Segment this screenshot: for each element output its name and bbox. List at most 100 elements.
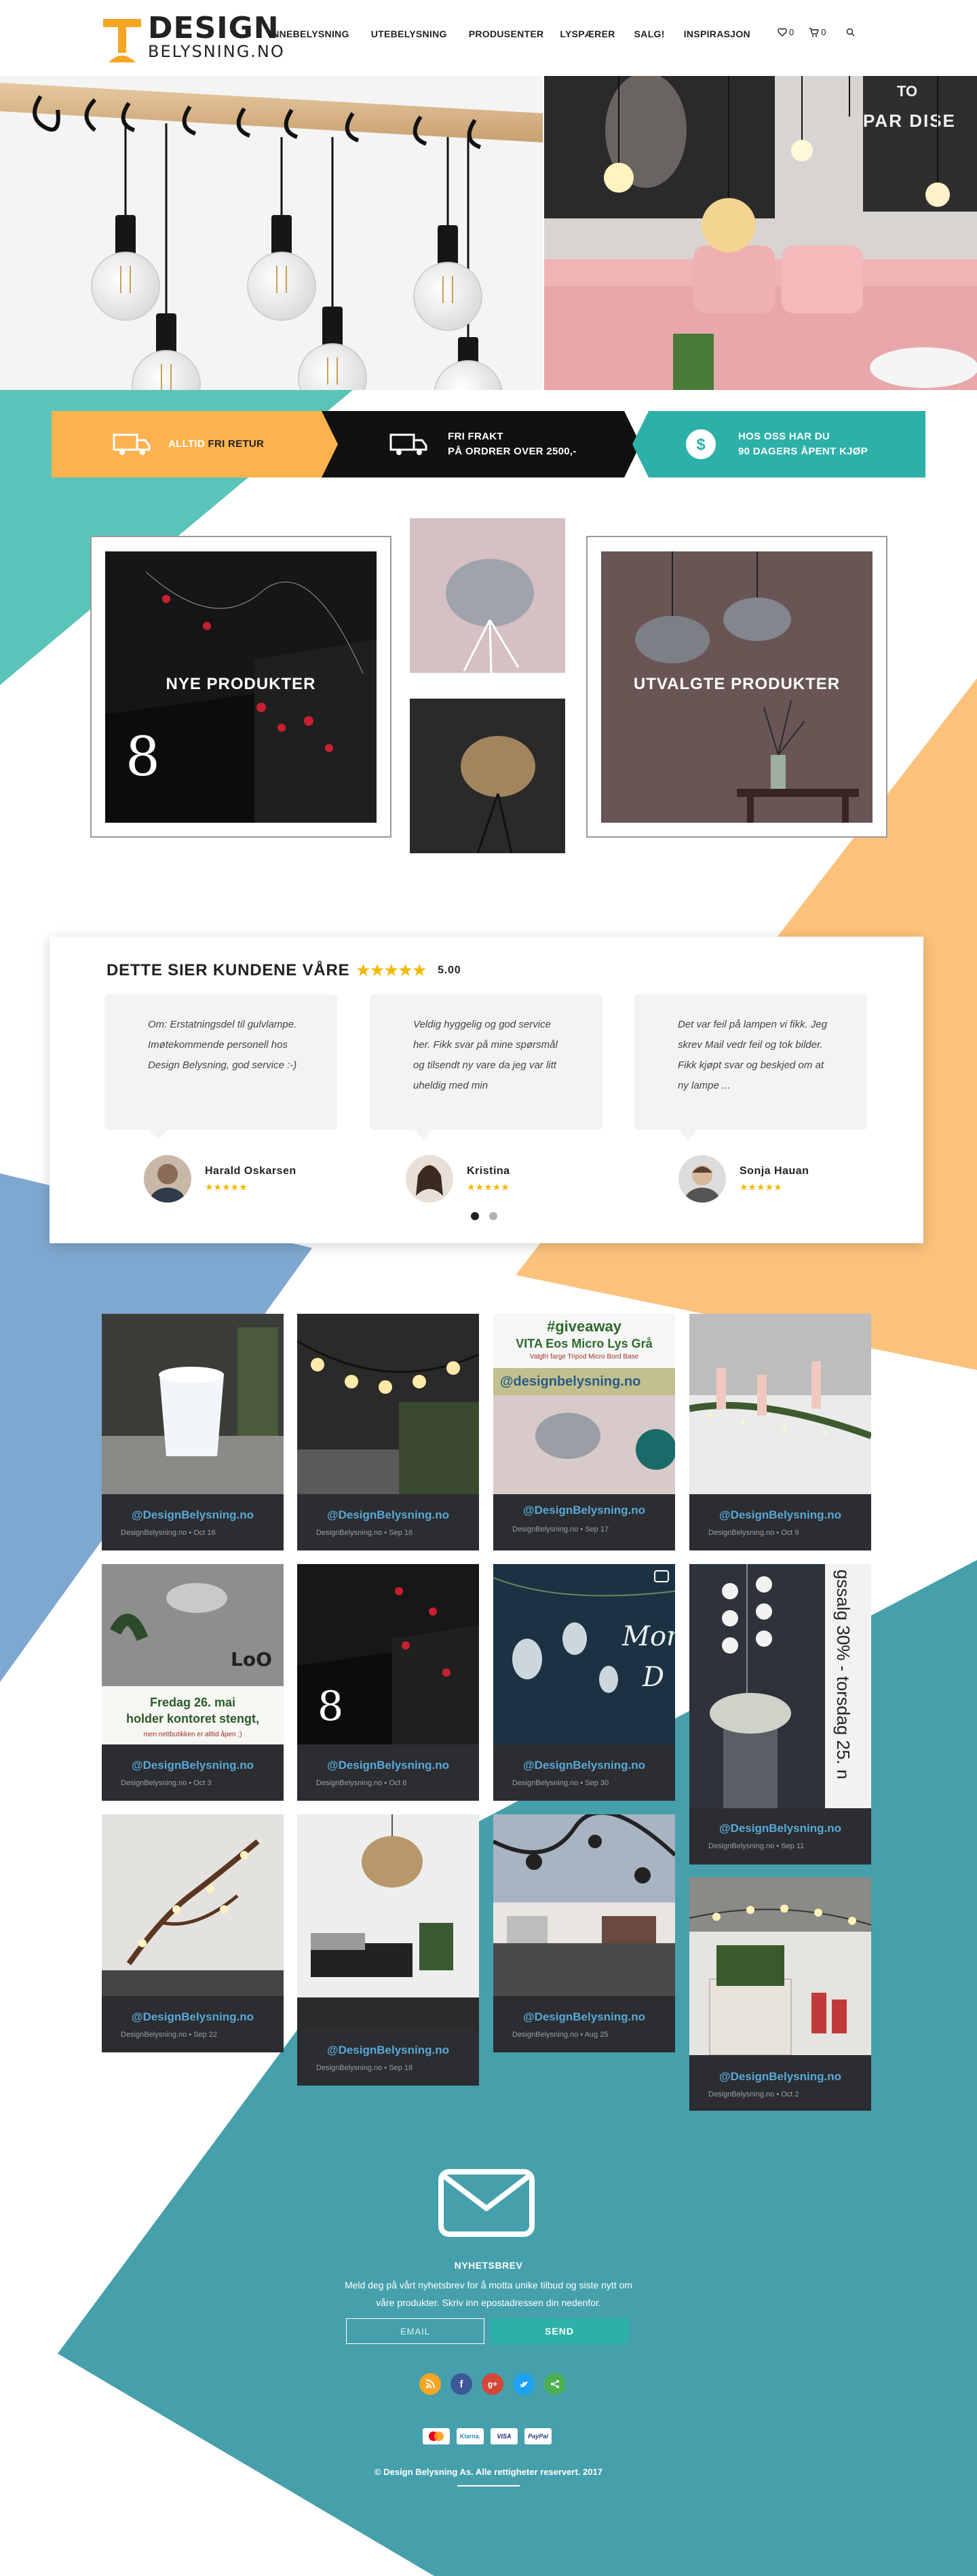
instagram-meta: DesignBelysning.no • Oct 2	[708, 2090, 799, 2099]
instagram-post-image: gssalg 30% - torsdag 25. n	[689, 1564, 871, 1808]
reviews-title: DETTE SIER KUNDENE VÅRE	[107, 961, 350, 979]
instagram-handle[interactable]: @DesignBelysning.no	[689, 1822, 871, 1835]
nav-inspirasjon[interactable]: INSPIRASJON	[684, 28, 750, 39]
search-icon	[847, 28, 855, 37]
payment-methods: Klarna. VISA PayPal	[423, 2428, 552, 2444]
reviews-score: 5.00	[438, 964, 461, 976]
logo-subtitle: BELYSNING.NO	[148, 42, 285, 61]
instagram-handle[interactable]: @DesignBelysning.no	[297, 1508, 479, 1522]
instagram-meta: DesignBelysning.no • Sep 16	[316, 1529, 413, 1537]
instagram-handle[interactable]: @DesignBelysning.no	[297, 1759, 479, 1772]
instagram-meta: DesignBelysning.no • Aug 25	[512, 2031, 609, 2039]
review-bubble-2: Veldig hyggelig og god service her. Fikk…	[370, 994, 602, 1139]
instagram-meta: DesignBelysning.no • Sep 30	[512, 1779, 609, 1787]
nav-produsenter[interactable]: PRODUSENTER	[469, 28, 544, 39]
carousel-dot-1[interactable]	[471, 1212, 479, 1220]
hero-image-interior[interactable]: TO PAR DISE	[544, 76, 977, 390]
instagram-post[interactable]: 8 @DesignBelysning.no DesignBelysning.no…	[297, 1564, 479, 1801]
envelope-icon	[438, 2169, 535, 2237]
instagram-post[interactable]: Morn D @DesignBelysning.no DesignBelysnin…	[493, 1564, 675, 1801]
wishlist-button[interactable]: 0	[778, 27, 794, 37]
instagram-meta: DesignBelysning.no • Sep 17	[512, 1525, 609, 1534]
post-overlay-line1: Morn	[621, 1621, 675, 1652]
newsletter-email-input[interactable]	[346, 2318, 484, 2344]
instagram-handle[interactable]: @DesignBelysning.no	[102, 2010, 284, 2024]
instagram-post[interactable]: gssalg 30% - torsdag 25. n @DesignBelysn…	[689, 1564, 871, 1865]
feather-lamp-grey-image	[410, 518, 565, 673]
share-icon[interactable]	[544, 2373, 566, 2395]
instagram-handle[interactable]: @DesignBelysning.no	[493, 2010, 675, 2024]
instagram-post[interactable]: @DesignBelysning.no DesignBelysning.no •…	[297, 1314, 479, 1550]
avatar	[406, 1155, 453, 1203]
instagram-post-image	[102, 1814, 284, 1996]
site-header: DESIGN BELYSNING.NO INNEBELYSNING UTEBEL…	[0, 0, 977, 76]
svg-text:$: $	[696, 435, 706, 454]
instagram-post-image	[493, 1814, 675, 1996]
instagram-handle[interactable]: @DesignBelysning.no	[102, 1759, 284, 1772]
visa-icon: VISA	[491, 2428, 518, 2444]
rss-icon[interactable]	[419, 2373, 441, 2395]
reviews-heading: DETTE SIER KUNDENE VÅRE ★★★★★ 5.00	[107, 961, 461, 980]
nav-lysparer[interactable]: LYSPÆRER	[560, 28, 615, 39]
site-logo[interactable]: DESIGN BELYSNING.NO	[103, 11, 284, 65]
instagram-post-image	[689, 1314, 871, 1494]
post-overlay-logo: LoO	[231, 1648, 272, 1671]
carousel-dot-2[interactable]	[489, 1212, 497, 1220]
instagram-post-image	[689, 1877, 871, 2055]
instagram-post-image	[297, 1814, 479, 2029]
instagram-handle[interactable]: @DesignBelysning.no	[297, 2044, 479, 2057]
footer-divider	[457, 2485, 520, 2486]
poster-text-1: TO	[897, 83, 917, 100]
banner-open-purchase: $ HOS OSS HAR DU 90 DAGERS ÅPENT KJØP	[684, 411, 868, 477]
review-author-3: Sonja Hauan ★★★★★	[678, 1155, 809, 1203]
social-links: f g+	[419, 2373, 566, 2395]
instagram-handle[interactable]: @DesignBelysning.no	[689, 1508, 871, 1522]
post-overlay-line2: VITA Eos Micro Lys Grå	[516, 1337, 653, 1350]
facebook-icon[interactable]: f	[451, 2373, 472, 2395]
main-nav: INNEBELYSNING UTEBELYSNING PRODUSENTER L…	[269, 28, 772, 39]
review-text-2: Veldig hyggelig og god service her. Fikk…	[413, 1019, 558, 1091]
nav-salg[interactable]: SALG!	[634, 28, 665, 39]
instagram-post[interactable]: @DesignBelysning.no DesignBelysning.no •…	[689, 1877, 871, 2111]
new-products-label: NYE PRODUKTER	[166, 675, 316, 693]
instagram-meta: DesignBelysning.no • Oct 16	[121, 1529, 216, 1537]
instagram-meta: DesignBelysning.no • Oct 9	[708, 1529, 799, 1537]
nav-utebelysning[interactable]: UTEBELYSNING	[371, 28, 447, 39]
instagram-post[interactable]: @DesignBelysning.no DesignBelysning.no •…	[493, 1814, 675, 2052]
review-author-2: Kristina ★★★★★	[406, 1155, 510, 1203]
newsletter-send-button[interactable]: SEND	[491, 2318, 628, 2344]
instagram-post[interactable]: @DesignBelysning.no DesignBelysning.no •…	[297, 1814, 479, 2086]
instagram-handle[interactable]: @DesignBelysning.no	[689, 2070, 871, 2084]
instagram-post[interactable]: @DesignBelysning.no DesignBelysning.no •…	[102, 1314, 284, 1550]
google-plus-icon[interactable]: g+	[482, 2373, 503, 2395]
hero-bulbs-illustration	[0, 76, 543, 390]
reviews-panel: DETTE SIER KUNDENE VÅRE ★★★★★ 5.00 Om: E…	[50, 937, 923, 1243]
review-author-stars-1: ★★★★★	[205, 1181, 248, 1192]
new-products-tile[interactable]: 8 NYE PRODUKTER	[105, 551, 377, 823]
post-overlay-line1: gssalg 30% - torsdag 25. n	[833, 1569, 854, 1779]
search-button[interactable]	[846, 28, 857, 37]
instagram-handle[interactable]: @DesignBelysning.no	[102, 1508, 284, 1522]
review-text-1: Om: Erstatningsdel til gulvlampe. Imøtek…	[148, 1019, 297, 1071]
cart-button[interactable]: 0	[809, 27, 826, 37]
hero-image-pendant-bulbs[interactable]	[0, 76, 543, 390]
instagram-post[interactable]: #giveaway VITA Eos Micro Lys Grå Valgfri f…	[493, 1314, 675, 1550]
reviews-stars: ★★★★★	[356, 962, 427, 979]
selected-products-tile[interactable]: UTVALGTE PRODUKTER	[601, 551, 873, 823]
carousel-dots	[471, 1212, 497, 1220]
instagram-post[interactable]: @DesignBelysning.no DesignBelysning.no •…	[689, 1314, 871, 1550]
feather-lamp-brown-image	[410, 699, 565, 853]
instagram-handle[interactable]: @DesignBelysning.no	[493, 1759, 675, 1772]
nav-innebelysning[interactable]: INNEBELYSNING	[269, 28, 349, 39]
logo-title: DESIGN	[148, 11, 280, 45]
svg-text:8: 8	[126, 725, 160, 788]
product-tile-feather-lamp-brown[interactable]	[410, 699, 565, 853]
banner-return-prefix: ALLTID	[168, 438, 206, 450]
instagram-post[interactable]: LoO Fredag 26. mai holder kontoret stengt,…	[102, 1564, 284, 1801]
product-tile-feather-lamp-grey[interactable]	[410, 518, 565, 673]
instagram-handle[interactable]: @DesignBelysning.no	[493, 1504, 675, 1517]
wishlist-count: 0	[789, 27, 794, 37]
instagram-post[interactable]: @DesignBelysning.no DesignBelysning.no •…	[102, 1814, 284, 2052]
twitter-icon[interactable]	[513, 2373, 535, 2395]
poster-text-2: PAR DISE	[863, 111, 956, 131]
